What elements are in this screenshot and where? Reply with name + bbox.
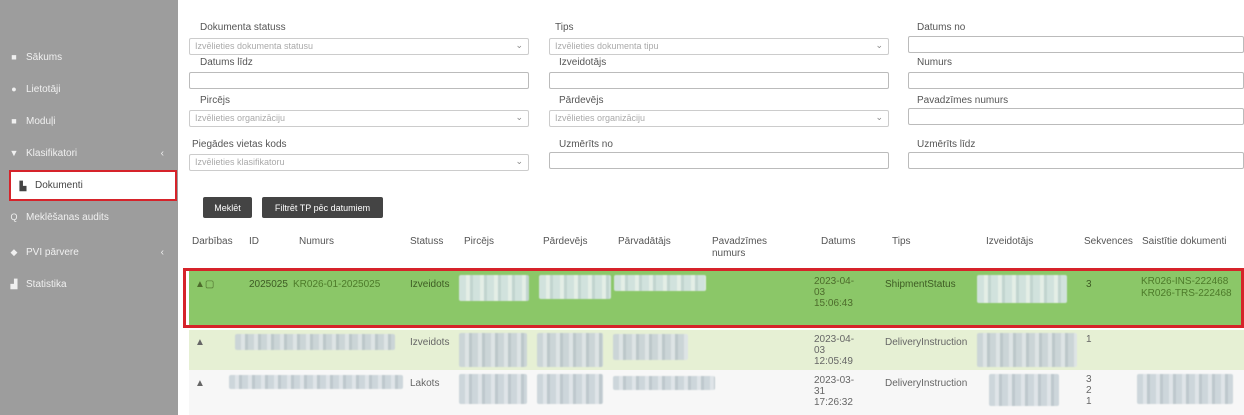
th-parvadatajs[interactable]: Pārvadātājs xyxy=(618,236,671,248)
label-datums-no: Datums no xyxy=(917,22,966,33)
redacted-pardevejs xyxy=(537,374,603,404)
sidebar-item-klasifikatori[interactable]: ▼ Klasifikatori ‹ xyxy=(8,143,172,163)
th-saistitie-dokumenti[interactable]: Saistītie dokumenti xyxy=(1142,236,1227,248)
select-dokumenta-statuss[interactable]: Izvēlieties dokumenta statusu ⌄ xyxy=(189,38,529,55)
chevron-down-icon: ⌄ xyxy=(515,112,523,122)
document-icon: ▙ xyxy=(19,180,27,191)
filter-icon: ▼ xyxy=(9,148,19,158)
modules-icon: ■ xyxy=(11,116,17,126)
label-pircejs: Pircējs xyxy=(200,95,231,106)
th-statuss[interactable]: Statuss xyxy=(410,236,443,248)
redacted-id-numurs xyxy=(235,334,395,350)
sidebar-item-statistika[interactable]: ▟ Statistika xyxy=(8,274,172,294)
sidebar-item-pvi-parvere[interactable]: ◆ PVI pārvere ‹ xyxy=(8,242,172,262)
label-pavadzimes-numurs: Pavadzīmes numurs xyxy=(917,95,1009,106)
th-sekvences[interactable]: Sekvences xyxy=(1084,236,1133,248)
th-darbibas[interactable]: Darbības xyxy=(192,236,233,248)
chevron-down-icon: ⌄ xyxy=(875,40,883,50)
home-icon: ■ xyxy=(11,52,17,62)
cell-statuss: Izveidots xyxy=(410,337,450,348)
sidebar-item-lietotaji[interactable]: ● Lietotāji xyxy=(8,79,172,99)
input-datums-lidz[interactable] xyxy=(189,72,529,89)
th-pavadzimes-numurs[interactable]: Pavadzīmes numurs xyxy=(712,236,782,260)
th-tips[interactable]: Tips xyxy=(892,236,911,248)
th-datums[interactable]: Datums xyxy=(821,236,855,248)
view-icon[interactable]: ▲ xyxy=(195,378,205,389)
chevron-down-icon: ⌄ xyxy=(515,40,523,50)
redacted-pircejs xyxy=(459,374,527,404)
redacted-parvadatajs xyxy=(613,334,688,360)
table-row[interactable]: ▲ Lakots 2023-03-31 17:26:32 DeliveryIns… xyxy=(189,370,1244,415)
th-pardevejs[interactable]: Pārdevējs xyxy=(543,236,587,248)
cell-statuss: Lakots xyxy=(410,378,440,389)
label-numurs: Numurs xyxy=(917,57,953,68)
select-piegades-vietas-kods[interactable]: Izvēlieties klasifikatoru ⌄ xyxy=(189,154,529,171)
label-uzmerits-lidz: Uzmērīts līdz xyxy=(917,139,976,150)
redacted-parvadatajs xyxy=(613,376,715,390)
input-datums-no[interactable] xyxy=(908,36,1244,53)
sidebar-item-moduli[interactable]: ■ Moduļi xyxy=(8,111,172,131)
sidebar-item-sakums[interactable]: ■ Sākums xyxy=(8,47,172,67)
input-izveidotajs[interactable] xyxy=(549,72,889,89)
redacted-saistitie xyxy=(1137,374,1233,404)
view-icon[interactable]: ▲ xyxy=(195,337,205,348)
chevron-down-icon: ⌄ xyxy=(515,156,523,166)
th-numurs[interactable]: Numurs xyxy=(299,236,334,248)
cell-tips: DeliveryInstruction xyxy=(885,337,968,348)
chart-icon: ▟ xyxy=(10,279,18,289)
label-pardevejs: Pārdevējs xyxy=(559,95,604,106)
input-pavadzimes-numurs[interactable] xyxy=(908,108,1244,125)
label-piegades-vietas-kods: Piegādes vietas kods xyxy=(192,139,287,150)
input-numurs[interactable] xyxy=(908,72,1244,89)
sidebar-item-meklesanas-audits[interactable]: Q Meklēšanas audits xyxy=(8,207,172,227)
filter-tp-by-dates-button[interactable]: Filtrēt TP pēc datumiem xyxy=(262,197,383,218)
th-pircejs[interactable]: Pircējs xyxy=(464,236,494,248)
sidebar: ■ Sākums ● Lietotāji ■ Moduļi ▼ Klasifik… xyxy=(0,0,178,415)
chevron-left-icon: ‹ xyxy=(160,246,164,258)
users-icon: ● xyxy=(11,84,17,94)
selection-highlight xyxy=(183,268,1244,328)
tag-icon: ◆ xyxy=(10,247,18,257)
cell-tips: DeliveryInstruction xyxy=(885,378,968,389)
cell-sekvences: 3 2 1 xyxy=(1086,374,1092,407)
cell-sekvences: 1 xyxy=(1086,334,1092,345)
sidebar-item-dokumenti[interactable]: ▙ Dokumenti xyxy=(9,170,177,201)
search-button[interactable]: Meklēt xyxy=(203,197,252,218)
select-pircejs[interactable]: Izvēlieties organizāciju ⌄ xyxy=(189,110,529,127)
label-izveidotajs: Izveidotājs xyxy=(559,57,607,68)
chevron-down-icon: ⌄ xyxy=(875,112,883,122)
label-datums-lidz: Datums līdz xyxy=(200,57,253,68)
cell-datums: 2023-03-31 17:26:32 xyxy=(814,375,855,408)
search-icon: Q xyxy=(10,212,18,222)
label-tips: Tips xyxy=(555,22,574,33)
select-pardevejs[interactable]: Izvēlieties organizāciju ⌄ xyxy=(549,110,889,127)
label-dokumenta-statuss: Dokumenta statuss xyxy=(200,22,286,33)
redacted-izveidotajs xyxy=(977,333,1077,367)
input-uzmerits-lidz[interactable] xyxy=(908,152,1244,169)
input-uzmerits-no[interactable] xyxy=(549,152,889,169)
redacted-id-numurs xyxy=(229,375,403,389)
th-izveidotajs[interactable]: Izveidotājs xyxy=(986,236,1033,248)
label-uzmerits-no: Uzmērīts no xyxy=(559,139,613,150)
redacted-pardevejs xyxy=(537,333,603,367)
chevron-left-icon: ‹ xyxy=(160,147,164,159)
select-tips[interactable]: Izvēlieties dokumenta tipu ⌄ xyxy=(549,38,889,55)
table-row[interactable]: ▲ Izveidots 2023-04-03 12:05:49 Delivery… xyxy=(189,330,1244,370)
redacted-pircejs xyxy=(459,333,527,367)
redacted-izveidotajs xyxy=(989,374,1059,406)
th-id[interactable]: ID xyxy=(249,236,259,248)
cell-datums: 2023-04-03 12:05:49 xyxy=(814,334,855,367)
